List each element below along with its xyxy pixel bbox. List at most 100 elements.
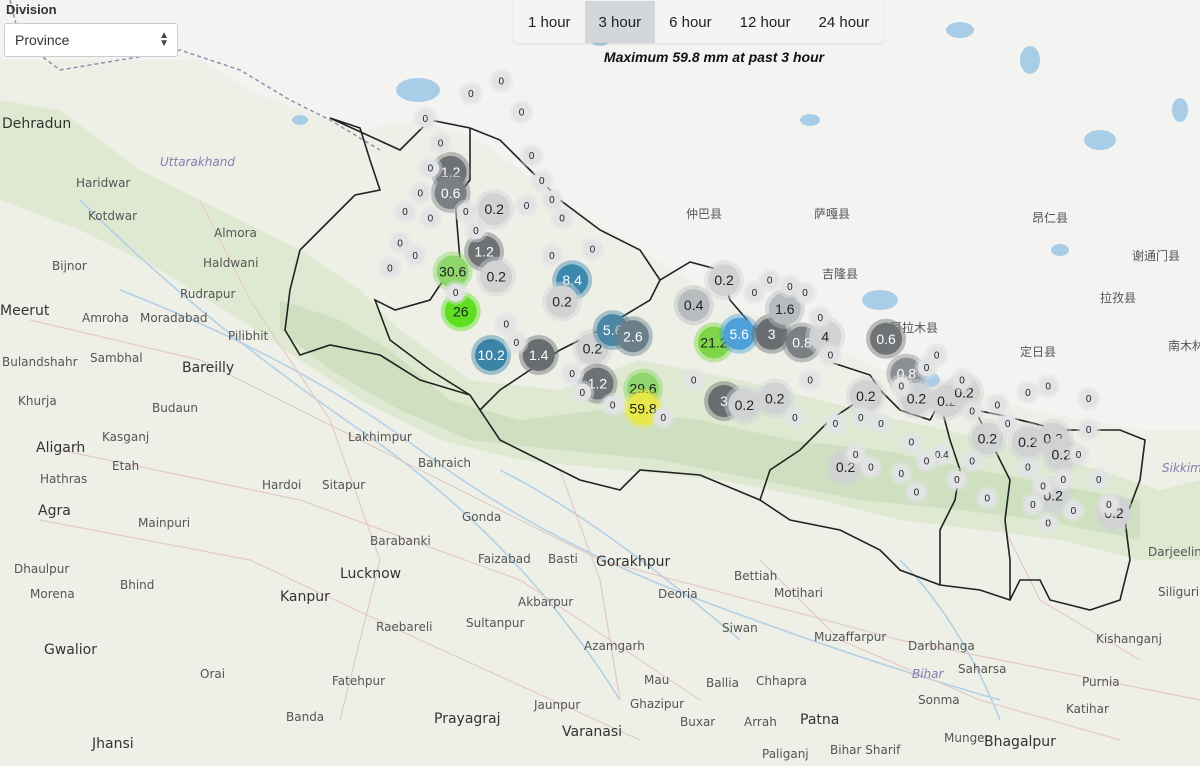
- station-marker[interactable]: 0: [1051, 467, 1076, 492]
- station-marker[interactable]: 0: [1036, 511, 1061, 536]
- station-marker[interactable]: 0: [1066, 442, 1091, 467]
- station-value: 0: [1076, 450, 1082, 461]
- station-value: 0.2: [484, 201, 504, 217]
- division-select[interactable]: Province ▲ ▼: [4, 23, 178, 57]
- station-marker[interactable]: 0: [914, 448, 939, 473]
- station-marker[interactable]: 0: [1036, 374, 1061, 399]
- station-value: 0: [807, 375, 813, 386]
- tab-12-hour[interactable]: 12 hour: [726, 1, 805, 43]
- city-label: Siliguri: [1158, 585, 1199, 599]
- station-marker[interactable]: 0: [489, 68, 514, 93]
- station-marker[interactable]: 0.2: [476, 256, 517, 297]
- station-marker[interactable]: 0: [393, 199, 418, 224]
- station-value: 0: [817, 313, 823, 324]
- station-marker[interactable]: 0: [960, 399, 985, 424]
- station-marker[interactable]: 0: [443, 280, 468, 305]
- station-marker[interactable]: 0: [808, 305, 833, 330]
- station-value: 0: [453, 288, 459, 299]
- station-value: 0: [549, 195, 555, 206]
- station-marker[interactable]: 0: [818, 342, 843, 367]
- station-marker[interactable]: 0: [1015, 455, 1040, 480]
- station-marker[interactable]: 0: [519, 143, 544, 168]
- station-marker[interactable]: 0: [757, 268, 782, 293]
- station-value: 0: [924, 363, 930, 374]
- tab-3-hour[interactable]: 3 hour: [584, 1, 656, 43]
- station-value: 0: [387, 263, 393, 274]
- station-value: 0: [802, 288, 808, 299]
- station-marker[interactable]: 0: [413, 106, 438, 131]
- station-marker[interactable]: 0: [418, 205, 443, 230]
- station-marker[interactable]: 0: [793, 280, 818, 305]
- station-value: 10.2: [478, 347, 505, 363]
- station-marker[interactable]: 0: [453, 199, 478, 224]
- station-value: 0: [985, 494, 991, 505]
- tab-6-hour[interactable]: 6 hour: [655, 1, 726, 43]
- station-marker[interactable]: 0: [950, 367, 975, 392]
- station-marker[interactable]: 0: [403, 243, 428, 268]
- station-marker[interactable]: 0: [1086, 467, 1111, 492]
- station-value: 5.6: [730, 326, 750, 342]
- station-value: 2.6: [623, 328, 643, 344]
- city-label: Ghazipur: [630, 697, 684, 711]
- station-marker[interactable]: 0: [1061, 498, 1086, 523]
- station-marker[interactable]: 0: [1076, 386, 1101, 411]
- station-marker[interactable]: 0: [681, 367, 706, 392]
- station-marker[interactable]: 0: [924, 342, 949, 367]
- station-marker[interactable]: 0: [960, 448, 985, 473]
- station-marker[interactable]: 0: [869, 411, 894, 436]
- station-marker[interactable]: 0: [975, 486, 1000, 511]
- station-marker[interactable]: 0: [539, 243, 564, 268]
- city-label: Gwalior: [44, 642, 97, 658]
- station-marker[interactable]: 0.4: [673, 285, 714, 326]
- station-marker[interactable]: 0: [889, 374, 914, 399]
- city-label: Varanasi: [562, 724, 622, 740]
- station-marker[interactable]: 0: [580, 237, 605, 262]
- station-marker[interactable]: 0: [651, 405, 676, 430]
- station-value: 0: [924, 456, 930, 467]
- station-marker[interactable]: 0.6: [866, 318, 907, 359]
- station-marker[interactable]: 0: [904, 479, 929, 504]
- city-label: Darbhanga: [908, 639, 975, 653]
- tab-24-hour[interactable]: 24 hour: [805, 1, 884, 43]
- station-marker[interactable]: 0: [428, 131, 453, 156]
- station-marker[interactable]: 0: [494, 311, 519, 336]
- tab-1-hour[interactable]: 1 hour: [514, 1, 585, 43]
- station-marker[interactable]: 0: [550, 205, 575, 230]
- city-label: Orai: [200, 667, 225, 681]
- station-marker[interactable]: 0: [377, 255, 402, 280]
- station-value: 0: [853, 450, 859, 461]
- station-value: 0: [423, 114, 429, 125]
- city-label: Dehradun: [2, 116, 71, 132]
- station-marker[interactable]: 0: [782, 405, 807, 430]
- station-value: 0: [833, 419, 839, 430]
- station-marker[interactable]: 0: [889, 461, 914, 486]
- station-marker[interactable]: 0: [514, 193, 539, 218]
- region-label: Uttarakhand: [160, 155, 235, 169]
- station-marker[interactable]: 0: [995, 411, 1020, 436]
- city-label: Aligarh: [36, 440, 85, 456]
- station-marker[interactable]: 0: [408, 181, 433, 206]
- station-marker[interactable]: 0: [1020, 492, 1045, 517]
- station-value: 0.2: [486, 269, 506, 285]
- rainfall-map[interactable]: Dehradun Haridwar Kotdwar Almora Haldwani Bij…: [0, 0, 1200, 766]
- city-label: Barabanki: [370, 534, 431, 548]
- station-value: 0: [954, 475, 960, 486]
- station-marker[interactable]: 0: [798, 367, 823, 392]
- station-marker[interactable]: 2.6: [612, 316, 653, 357]
- station-marker[interactable]: 0: [1096, 492, 1121, 517]
- station-value: 0: [752, 288, 758, 299]
- station-marker[interactable]: 0: [944, 467, 969, 492]
- station-marker[interactable]: 0: [848, 405, 873, 430]
- station-marker[interactable]: 0: [823, 411, 848, 436]
- station-marker[interactable]: 0: [600, 392, 625, 417]
- station-marker[interactable]: 0.2: [542, 281, 583, 322]
- station-marker[interactable]: 0: [570, 380, 595, 405]
- city-label: Gonda: [462, 510, 501, 524]
- station-marker[interactable]: 0: [899, 430, 924, 455]
- station-marker[interactable]: 0: [858, 455, 883, 480]
- station-marker[interactable]: 0: [458, 81, 483, 106]
- station-marker[interactable]: 0: [418, 156, 443, 181]
- station-marker[interactable]: 0: [1076, 417, 1101, 442]
- station-marker[interactable]: 0: [509, 100, 534, 125]
- station-marker[interactable]: 0: [1015, 380, 1040, 405]
